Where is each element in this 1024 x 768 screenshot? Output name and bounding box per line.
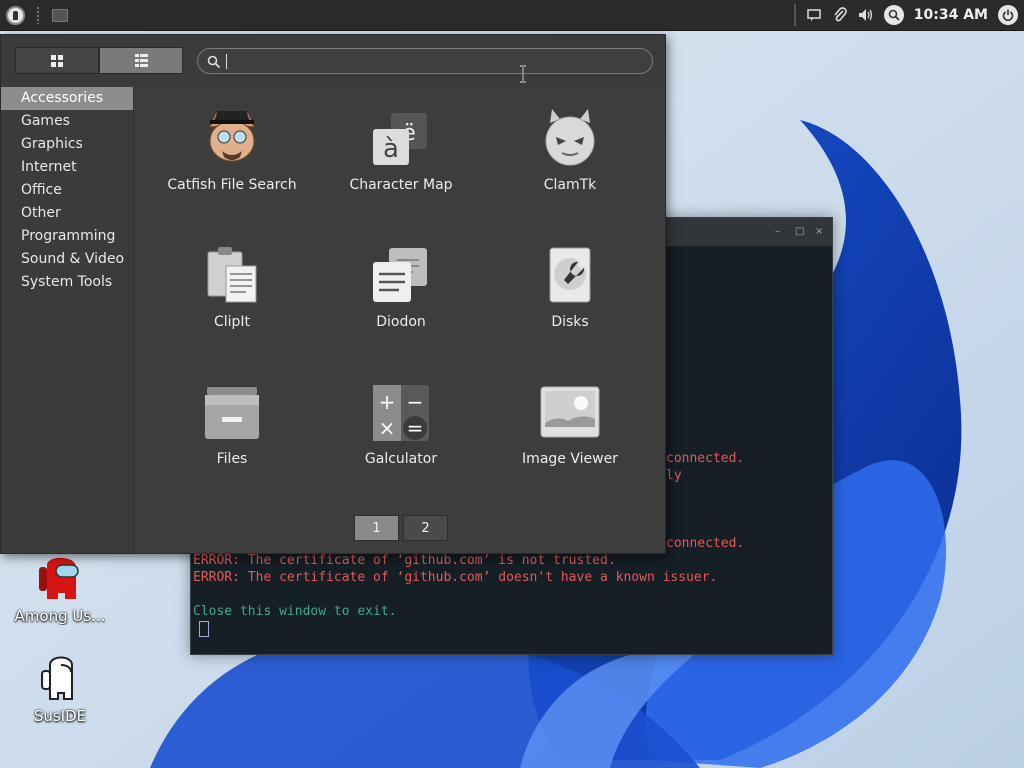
calc-plus-glyph: + bbox=[379, 390, 396, 414]
category-programming[interactable]: Programming bbox=[1, 225, 133, 248]
icon-view-button[interactable] bbox=[15, 47, 99, 74]
page-switcher: 1 2 bbox=[354, 515, 448, 541]
galculator-icon: + − × = bbox=[369, 381, 433, 445]
desktop-icon-suside[interactable]: SusIDE bbox=[10, 655, 110, 725]
power-icon[interactable] bbox=[998, 5, 1018, 25]
terminal-line: connected. bbox=[666, 536, 745, 551]
maximize-icon[interactable]: □ bbox=[795, 227, 805, 237]
app-clipit[interactable]: ClipIt bbox=[147, 244, 317, 330]
category-sound-video[interactable]: Sound & Video bbox=[1, 248, 133, 271]
volume-icon[interactable] bbox=[858, 7, 874, 23]
clock[interactable]: 10:34 AM bbox=[914, 7, 988, 23]
disks-icon bbox=[538, 244, 602, 308]
terminal-line: ERROR: The certificate of ‘github.com’ i… bbox=[193, 553, 616, 568]
list-view-button[interactable] bbox=[99, 47, 183, 74]
terminal-line: ERROR: The certificate of ‘github.com’ d… bbox=[193, 570, 718, 585]
character-map-icon: ë à bbox=[369, 107, 433, 171]
calc-times-glyph: × bbox=[379, 416, 396, 440]
panel-handle[interactable] bbox=[36, 6, 40, 24]
calc-minus-glyph: − bbox=[407, 390, 424, 414]
clipboard-icon[interactable] bbox=[832, 7, 848, 23]
search-icon bbox=[207, 55, 221, 69]
app-name: Image Viewer bbox=[522, 451, 618, 467]
application-menu: Accessories Games Graphics Internet Offi… bbox=[0, 34, 666, 554]
app-clamtk[interactable]: ClamTk bbox=[485, 107, 655, 193]
files-icon bbox=[200, 381, 264, 445]
category-office[interactable]: Office bbox=[1, 179, 133, 202]
category-list: Accessories Games Graphics Internet Offi… bbox=[1, 87, 134, 553]
app-name: ClamTk bbox=[543, 177, 597, 193]
app-name: Character Map bbox=[349, 177, 453, 193]
terminal-line: connected. bbox=[666, 451, 745, 466]
app-files[interactable]: Files bbox=[147, 381, 317, 467]
calc-equals-glyph: = bbox=[407, 416, 424, 440]
category-games[interactable]: Games bbox=[1, 110, 133, 133]
app-name: ClipIt bbox=[213, 314, 251, 330]
category-system-tools[interactable]: System Tools bbox=[1, 271, 133, 294]
app-grid: Catfish File Search ë à Character Map bbox=[135, 87, 665, 553]
page-button-1[interactable]: 1 bbox=[354, 515, 399, 541]
applications-menu-button[interactable] bbox=[0, 0, 30, 31]
search-icon[interactable] bbox=[883, 5, 904, 25]
search-box[interactable] bbox=[197, 48, 653, 83]
panel-separator bbox=[793, 4, 796, 26]
app-name: Catfish File Search bbox=[167, 177, 297, 193]
mouse-ibeam-cursor-icon bbox=[520, 65, 526, 83]
app-character-map[interactable]: ë à Character Map bbox=[316, 107, 486, 193]
terminal-line: ly bbox=[666, 468, 682, 483]
app-disks[interactable]: Disks bbox=[485, 244, 655, 330]
terminal-line: Close this window to exit. bbox=[193, 604, 397, 619]
image-viewer-icon bbox=[538, 381, 602, 445]
app-name: Galculator bbox=[364, 451, 438, 467]
among-us-icon bbox=[34, 555, 86, 605]
top-panel: 10:34 AM bbox=[0, 0, 1024, 31]
desktop-icon-among-us[interactable]: Among Us... bbox=[10, 555, 110, 625]
clamtk-icon bbox=[538, 107, 602, 171]
category-other[interactable]: Other bbox=[1, 202, 133, 225]
desktop-icon-label: Among Us... bbox=[14, 607, 106, 625]
diodon-icon bbox=[369, 244, 433, 308]
grid-view-icon bbox=[51, 54, 63, 67]
app-menu-icon bbox=[5, 5, 25, 25]
text-caret bbox=[226, 54, 227, 69]
char-map-glyph-bottom: à bbox=[383, 134, 399, 164]
minimize-icon[interactable]: – bbox=[775, 227, 785, 237]
list-view-icon bbox=[134, 54, 148, 67]
catfish-icon bbox=[200, 107, 264, 171]
terminal-cursor bbox=[199, 621, 209, 637]
app-diodon[interactable]: Diodon bbox=[316, 244, 486, 330]
notification-icon[interactable] bbox=[806, 7, 822, 23]
app-name: Disks bbox=[551, 314, 589, 330]
app-name: Diodon bbox=[376, 314, 426, 330]
view-toggle bbox=[15, 47, 183, 74]
app-galculator[interactable]: + − × = Galculator bbox=[316, 381, 486, 467]
close-icon[interactable]: × bbox=[815, 227, 825, 237]
category-internet[interactable]: Internet bbox=[1, 156, 133, 179]
app-name: Files bbox=[216, 451, 248, 467]
app-catfish-file-search[interactable]: Catfish File Search bbox=[147, 107, 317, 193]
suside-icon bbox=[34, 655, 86, 705]
category-graphics[interactable]: Graphics bbox=[1, 133, 133, 156]
clipit-icon bbox=[200, 244, 264, 308]
show-desktop-icon[interactable] bbox=[52, 8, 68, 22]
desktop-icon-label: SusIDE bbox=[33, 707, 87, 725]
app-image-viewer[interactable]: Image Viewer bbox=[485, 381, 655, 467]
category-accessories[interactable]: Accessories bbox=[1, 87, 133, 110]
search-input[interactable] bbox=[226, 52, 636, 70]
page-button-2[interactable]: 2 bbox=[403, 515, 448, 541]
